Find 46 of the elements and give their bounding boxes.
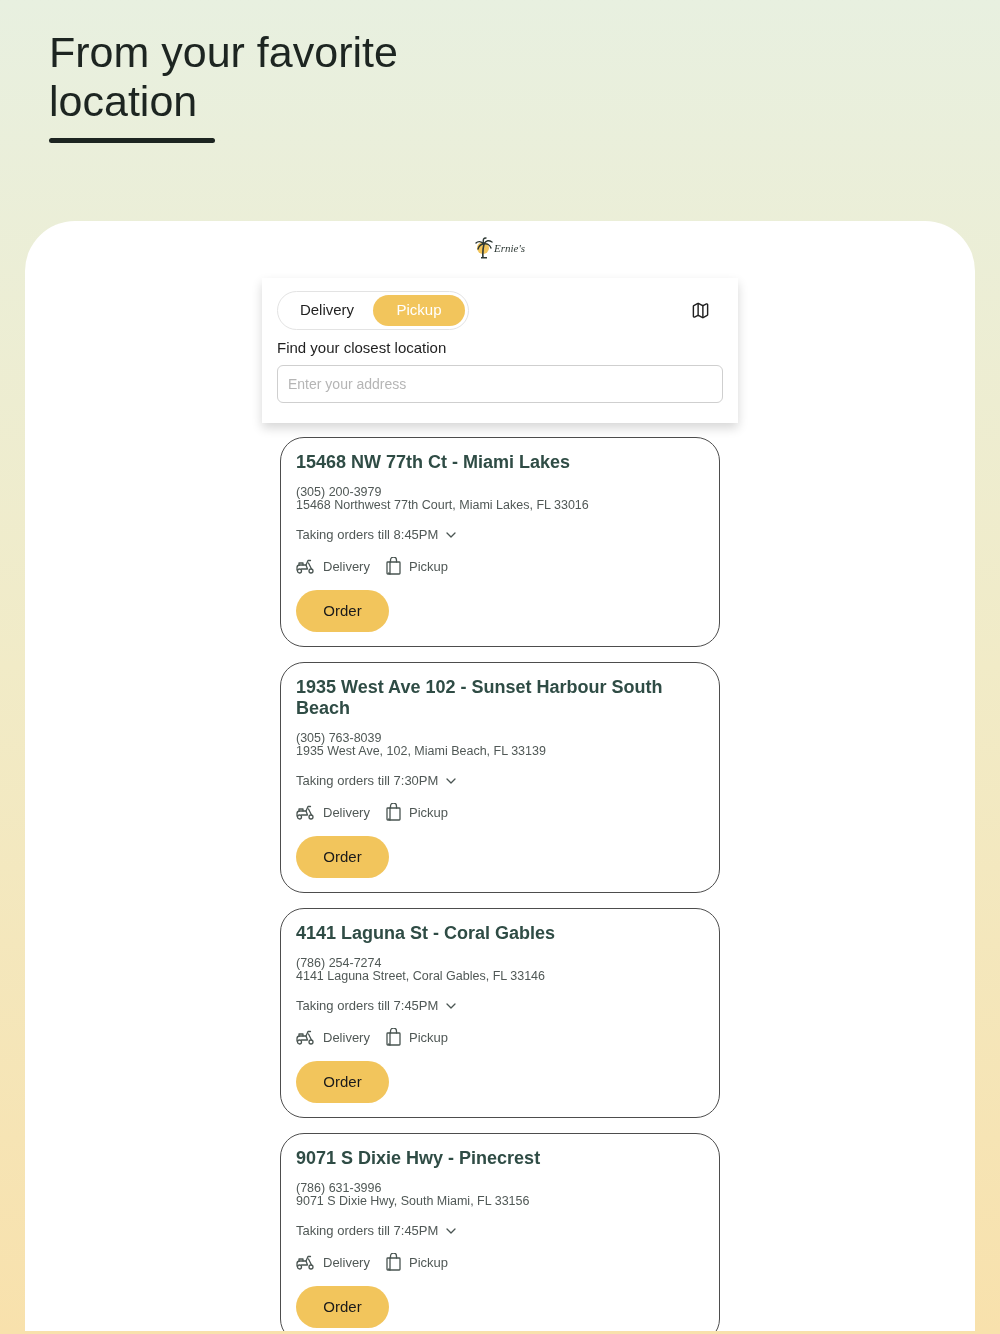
order-button[interactable]: Order <box>296 1286 389 1328</box>
chevron-down-icon <box>446 777 457 784</box>
phone-number: (305) 200-3979 <box>296 486 383 499</box>
hours-toggle[interactable]: Taking orders till 8:45PM <box>296 527 457 542</box>
hours-toggle[interactable]: Taking orders till 7:45PM <box>296 998 457 1013</box>
location-title: 1935 West Ave 102 - Sunset Harbour South Beach <box>296 677 664 719</box>
map-icon[interactable] <box>691 301 710 320</box>
hours-toggle[interactable]: Taking orders till 7:30PM <box>296 773 457 788</box>
phone-number: (786) 631-3996 <box>296 1182 383 1195</box>
hours-toggle[interactable]: Taking orders till 7:45PM <box>296 1223 457 1238</box>
page-heading: From your favorite location <box>49 28 399 126</box>
chevron-down-icon <box>446 1227 457 1234</box>
scooter-icon <box>296 1029 315 1045</box>
scooter-icon <box>296 804 315 820</box>
shopping-bag-icon <box>385 1028 401 1046</box>
service-label: Delivery <box>323 804 370 820</box>
shopping-bag-icon <box>385 803 401 821</box>
shopping-bag-icon <box>385 1253 401 1271</box>
location-title: 4141 Laguna St - Coral Gables <box>296 923 557 944</box>
scooter-icon <box>296 558 315 574</box>
street-address: 1935 West Ave, 102, Miami Beach, FL 33139 <box>296 745 547 758</box>
chevron-down-icon <box>446 531 457 538</box>
service-label: Delivery <box>323 1254 370 1270</box>
location-title: 9071 S Dixie Hwy - Pinecrest <box>296 1148 542 1169</box>
service-label: Pickup <box>408 1254 448 1270</box>
phone-number: (786) 254-7274 <box>296 957 383 970</box>
brand-name: Ernie's <box>493 242 526 255</box>
palm-tree-icon <box>474 237 493 259</box>
address-field[interactable]: Enter your address <box>277 365 723 403</box>
shopping-bag-icon <box>385 557 401 575</box>
phone-number: (305) 763-8039 <box>296 732 383 745</box>
service-label: Pickup <box>408 1029 448 1045</box>
service-label: Delivery <box>323 558 370 574</box>
service-label: Pickup <box>408 558 448 574</box>
order-button[interactable]: Order <box>296 1061 389 1103</box>
location-title: 15468 NW 77th Ct - Miami Lakes <box>296 452 572 473</box>
service-label: Delivery <box>323 1029 370 1045</box>
street-address: 15468 Northwest 77th Court, Miami Lakes, FL 33016 <box>296 499 590 512</box>
order-button[interactable]: Order <box>296 836 389 878</box>
scooter-icon <box>296 1254 315 1270</box>
street-address: 9071 S Dixie Hwy, South Miami, FL 33156 <box>296 1195 531 1208</box>
finder-label: Find your closest location <box>277 339 448 357</box>
chevron-down-icon <box>446 1002 457 1009</box>
order-button[interactable]: Order <box>296 590 389 632</box>
street-address: 4141 Laguna Street, Coral Gables, FL 33146 <box>296 970 546 983</box>
service-label: Pickup <box>408 804 448 820</box>
